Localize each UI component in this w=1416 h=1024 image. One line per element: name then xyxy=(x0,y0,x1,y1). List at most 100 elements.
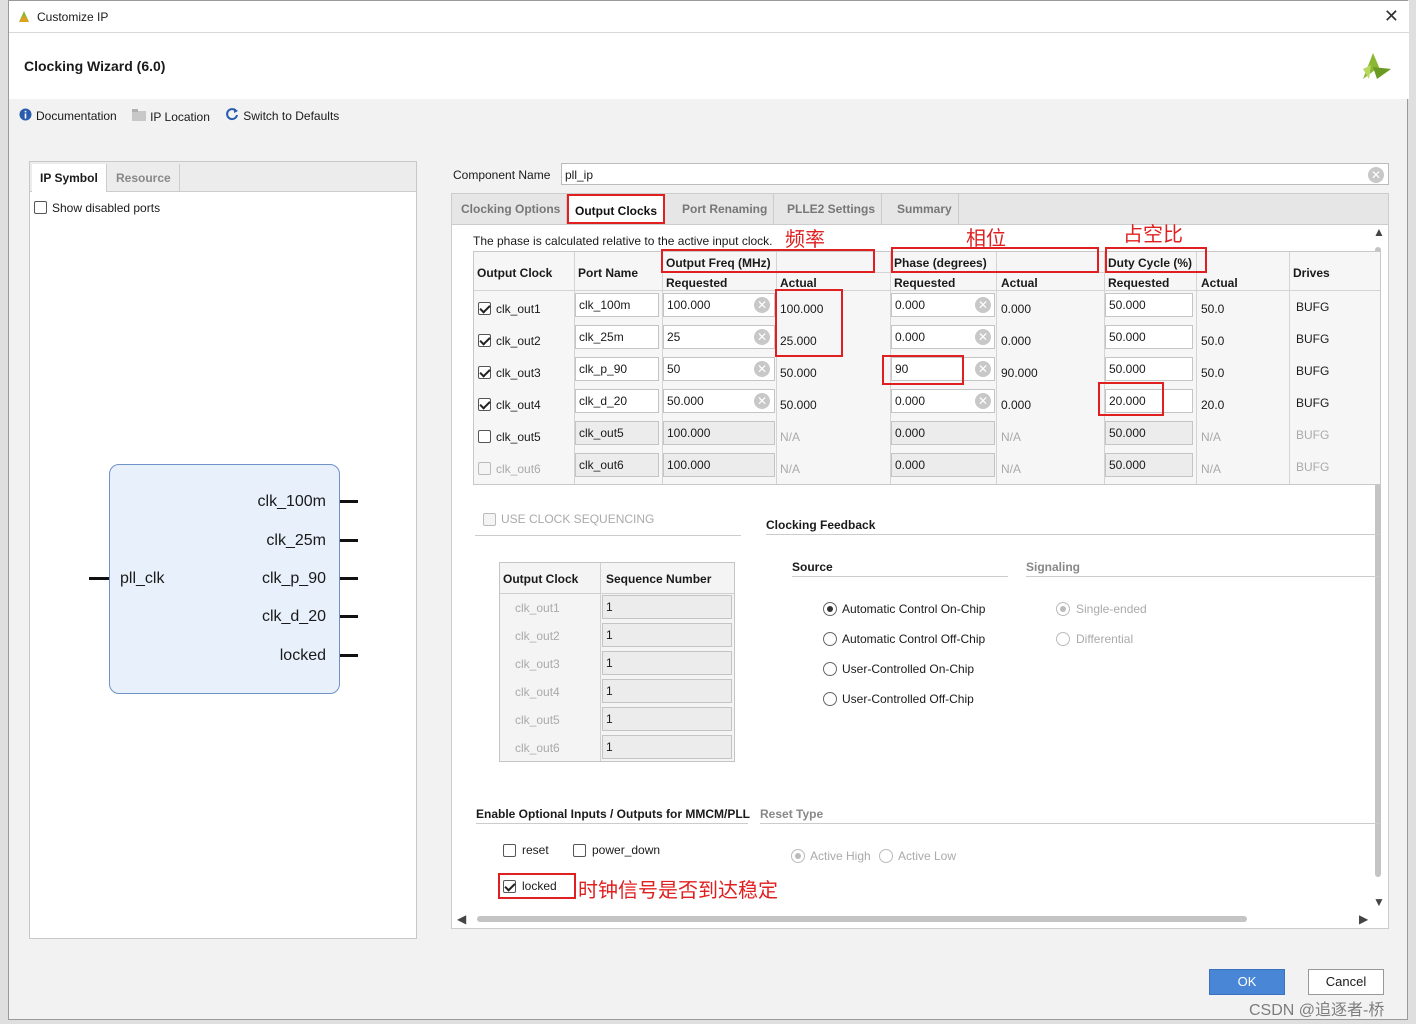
sequence-number-input[interactable]: 1 xyxy=(602,679,732,703)
sequence-number-input[interactable]: 1 xyxy=(602,707,732,731)
scroll-right-icon[interactable]: ▶ xyxy=(1359,912,1368,926)
freq-requested-input[interactable]: 100.000 xyxy=(663,421,775,445)
radio-auto-off-chip[interactable] xyxy=(823,631,837,646)
drives-value: BUFG xyxy=(1296,428,1330,442)
radio-label: Automatic Control Off-Chip xyxy=(842,632,986,646)
phase-requested-input[interactable]: 0.000 xyxy=(891,421,995,445)
reset-label: reset xyxy=(522,843,549,857)
refresh-icon xyxy=(225,107,239,124)
phase-note: The phase is calculated relative to the … xyxy=(473,234,773,248)
output-pin xyxy=(340,654,358,657)
duty-requested-input[interactable]: 50.000 xyxy=(1105,325,1193,349)
port-name-input[interactable]: clk_d_20 xyxy=(575,389,659,413)
port-name-input[interactable]: clk_25m xyxy=(575,325,659,349)
radio-label: Single-ended xyxy=(1076,602,1147,616)
cancel-button[interactable]: Cancel xyxy=(1308,969,1384,995)
clear-icon[interactable]: ✕ xyxy=(754,393,770,409)
output-pin xyxy=(340,577,358,580)
ok-button[interactable]: OK xyxy=(1209,969,1285,995)
clear-icon[interactable]: ✕ xyxy=(975,297,991,313)
drives-value: BUFG xyxy=(1296,460,1330,474)
duty-requested-input[interactable]: 50.000 xyxy=(1105,357,1193,381)
scroll-left-icon[interactable]: ◀ xyxy=(457,912,466,926)
scroll-down-icon[interactable]: ▼ xyxy=(1373,895,1385,909)
sequence-number-input[interactable]: 1 xyxy=(602,735,732,759)
col-phase-requested: Requested xyxy=(894,276,956,290)
radio-differential[interactable] xyxy=(1056,631,1070,646)
phase-actual: N/A xyxy=(1001,430,1022,444)
tab-clocking-options[interactable]: Clocking Options xyxy=(455,194,568,224)
annotation-locked: 时钟信号是否到达稳定 xyxy=(578,880,778,902)
annotation-duty: 占空比 xyxy=(1123,224,1183,246)
clear-icon[interactable]: ✕ xyxy=(754,361,770,377)
clear-icon[interactable]: ✕ xyxy=(754,329,770,345)
config-panel: Component Name pll_ip ✕ Clocking Options… xyxy=(451,157,1391,931)
tab-plle2-settings[interactable]: PLLE2 Settings xyxy=(781,194,883,224)
port-name-input[interactable]: clk_100m xyxy=(575,293,659,317)
clear-icon[interactable]: ✕ xyxy=(975,329,991,345)
drives-value: BUFG xyxy=(1296,364,1330,378)
col-freq-requested: Requested xyxy=(666,276,728,290)
power-down-checkbox[interactable] xyxy=(573,843,586,858)
scroll-up-icon[interactable]: ▲ xyxy=(1373,225,1385,239)
clock-enable-checkbox[interactable] xyxy=(478,365,491,380)
freq-actual: 50.000 xyxy=(780,366,817,380)
window-title: Customize IP xyxy=(37,10,109,24)
clear-icon[interactable]: ✕ xyxy=(754,297,770,313)
duty-requested-input[interactable]: 50.000 xyxy=(1105,293,1193,317)
port-name-input[interactable]: clk_p_90 xyxy=(575,357,659,381)
phase-actual: 90.000 xyxy=(1001,366,1038,380)
col-drives: Drives xyxy=(1293,266,1330,280)
clock-enable-checkbox[interactable] xyxy=(478,301,491,316)
duty-requested-input[interactable]: 50.000 xyxy=(1105,421,1193,445)
show-disabled-checkbox[interactable] xyxy=(34,200,47,215)
radio-auto-on-chip[interactable] xyxy=(823,601,837,616)
clock-enable-checkbox[interactable] xyxy=(478,397,491,412)
phase-requested-input[interactable]: 0.000 xyxy=(891,453,995,477)
radio-user-on-chip[interactable] xyxy=(823,661,837,676)
radio-label: Differential xyxy=(1076,632,1134,646)
sequence-number-input[interactable]: 1 xyxy=(602,595,732,619)
sequence-number-input[interactable]: 1 xyxy=(602,651,732,675)
annotation-box-actual xyxy=(775,289,843,357)
tab-output-clocks[interactable]: Output Clocks xyxy=(567,194,666,224)
clock-enable-checkbox[interactable] xyxy=(478,333,491,348)
output-pin xyxy=(340,539,358,542)
switch-defaults-button[interactable]: Switch to Defaults xyxy=(225,107,339,124)
horizontal-scrollbar[interactable]: ◀ ▶ xyxy=(455,911,1375,927)
duty-actual: N/A xyxy=(1201,430,1222,444)
sequence-number-input[interactable]: 1 xyxy=(602,623,732,647)
port-name-input[interactable]: clk_out6 xyxy=(575,453,659,477)
switch-defaults-label: Switch to Defaults xyxy=(243,108,340,123)
duty-actual: 50.0 xyxy=(1201,302,1225,316)
clear-icon[interactable]: ✕ xyxy=(975,393,991,409)
tab-summary[interactable]: Summary xyxy=(891,194,959,224)
clock-enable-checkbox[interactable] xyxy=(478,429,491,444)
ip-location-button[interactable]: IP Location xyxy=(132,109,210,124)
use-sequencing-checkbox[interactable] xyxy=(483,512,496,527)
tab-port-renaming[interactable]: Port Renaming xyxy=(676,194,775,224)
component-name-input[interactable]: pll_ip ✕ xyxy=(561,163,1389,185)
documentation-button[interactable]: Documentation xyxy=(19,108,117,124)
title-bar: Customize IP ✕ xyxy=(9,1,1409,33)
clock-enable-checkbox[interactable] xyxy=(478,461,491,476)
freq-requested-input[interactable]: 100.000 xyxy=(663,453,775,477)
output-port-label: clk_p_90 xyxy=(261,570,326,587)
annotation-box-phase90 xyxy=(882,355,964,385)
radio-active-high[interactable] xyxy=(791,848,805,863)
close-icon[interactable]: ✕ xyxy=(1384,6,1399,27)
tab-ip-symbol[interactable]: IP Symbol xyxy=(32,164,107,192)
reset-checkbox[interactable] xyxy=(503,843,516,858)
radio-active-low[interactable] xyxy=(879,848,893,863)
radio-single-ended[interactable] xyxy=(1056,601,1070,616)
tab-resource[interactable]: Resource xyxy=(108,164,180,192)
clock-name: clk_out3 xyxy=(496,366,541,380)
clear-icon[interactable]: ✕ xyxy=(1368,167,1384,183)
duty-requested-input[interactable]: 50.000 xyxy=(1105,453,1193,477)
clear-icon[interactable]: ✕ xyxy=(975,361,991,377)
active-low-label: Active Low xyxy=(898,849,957,863)
duty-actual: 50.0 xyxy=(1201,366,1225,380)
port-name-input[interactable]: clk_out5 xyxy=(575,421,659,445)
radio-label: Automatic Control On-Chip xyxy=(842,602,986,616)
radio-user-off-chip[interactable] xyxy=(823,691,837,706)
